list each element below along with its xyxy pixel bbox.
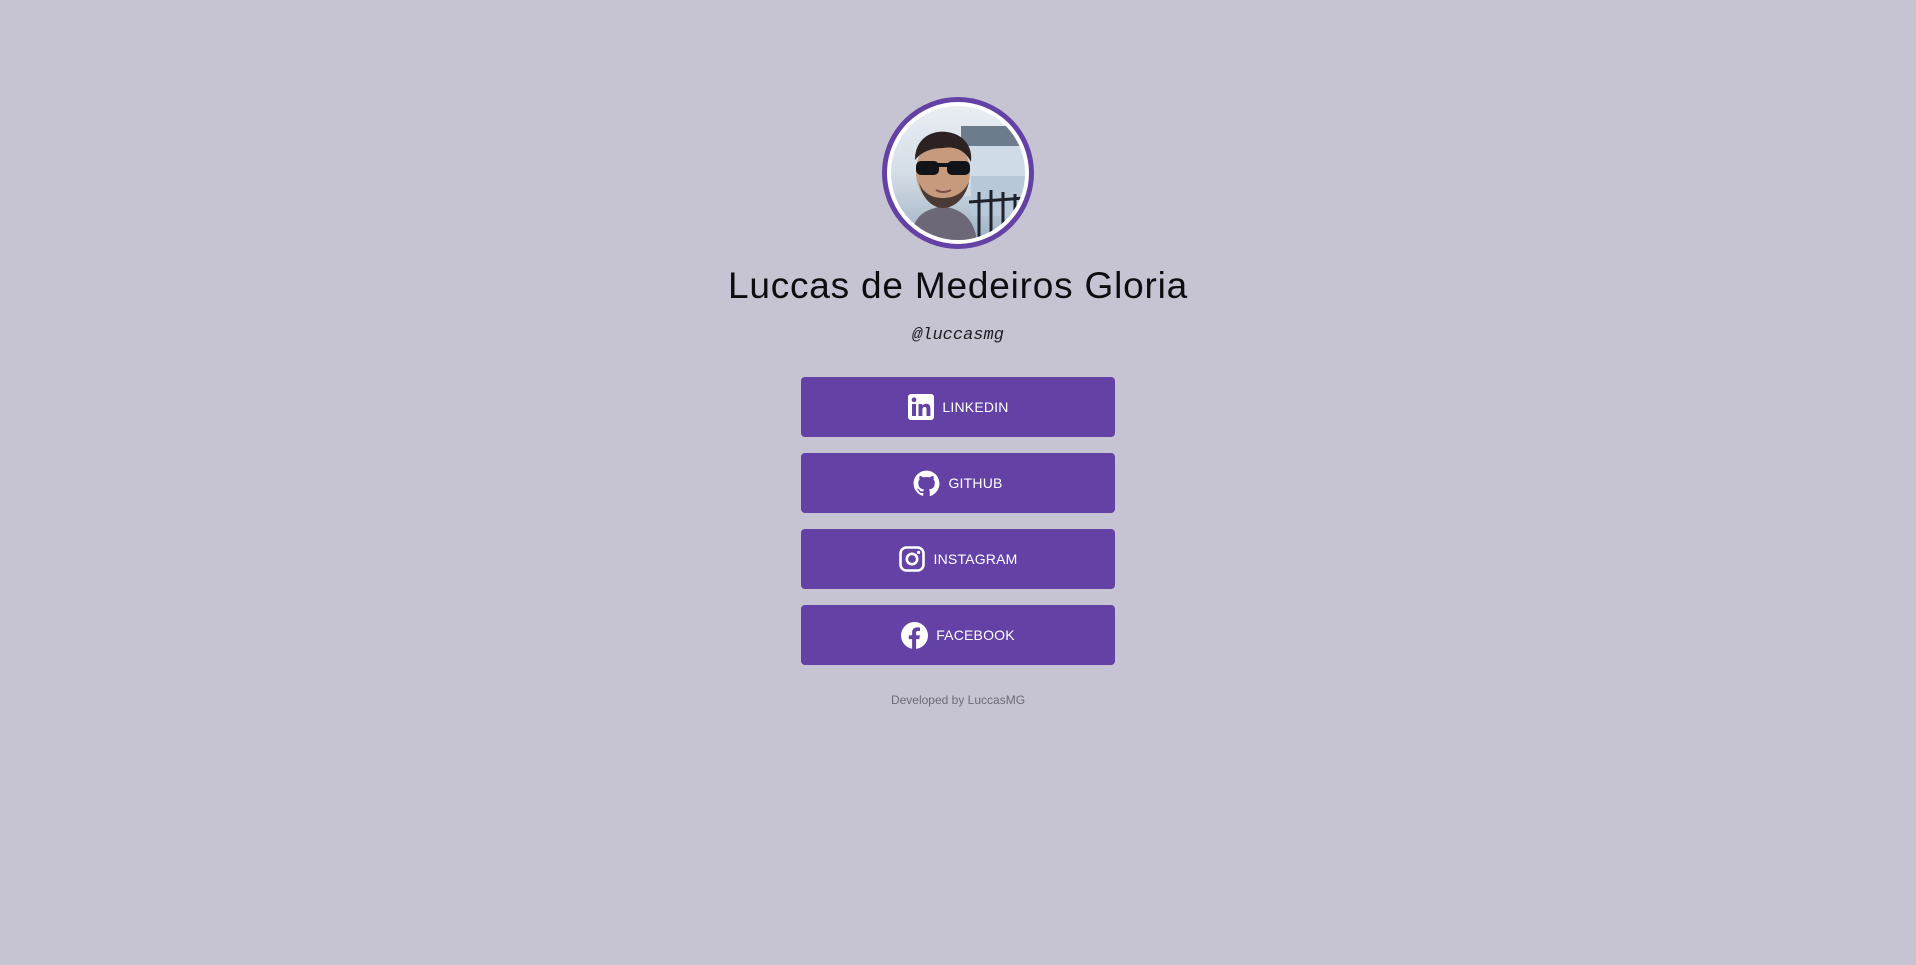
github-label: GITHUB [948, 475, 1003, 491]
facebook-button[interactable]: FACEBOOK [801, 605, 1115, 665]
linkedin-label: LINKEDIN [942, 399, 1009, 415]
avatar [882, 97, 1034, 249]
profile-handle: @luccasmg [912, 326, 1004, 345]
facebook-icon [901, 621, 929, 649]
links-list: LINKEDIN GITHUB INSTAGRAM FACEBOOK [801, 377, 1115, 665]
footer-credit: Developed by LuccasMG [890, 693, 1026, 707]
github-icon [913, 470, 940, 497]
page: Luccas de Medeiros Gloria @luccasmg LINK… [0, 0, 1916, 965]
profile-section: Luccas de Medeiros Gloria @luccasmg LINK… [0, 97, 1916, 707]
github-button[interactable]: GITHUB [801, 453, 1115, 513]
linkedin-icon [907, 394, 934, 421]
instagram-label: INSTAGRAM [933, 551, 1018, 567]
instagram-icon [899, 546, 926, 573]
avatar-photo [891, 106, 1025, 240]
instagram-button[interactable]: INSTAGRAM [801, 529, 1115, 589]
linkedin-button[interactable]: LINKEDIN [801, 377, 1115, 437]
facebook-label: FACEBOOK [936, 627, 1015, 643]
profile-name: Luccas de Medeiros Gloria [727, 265, 1189, 306]
